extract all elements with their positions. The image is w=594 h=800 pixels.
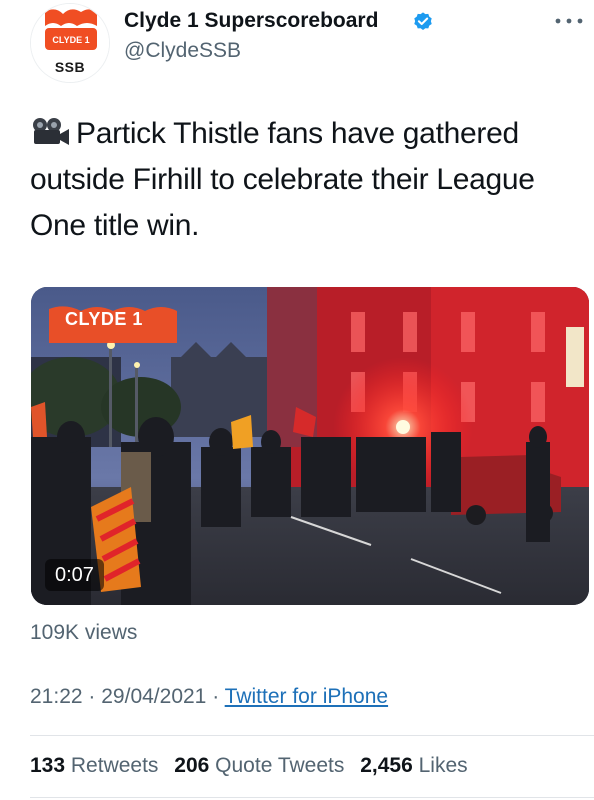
- tweet-time[interactable]: 21:22: [30, 685, 83, 708]
- more-horizontal-icon[interactable]: [554, 14, 584, 28]
- engagement-stats: 133 Retweets 206 Quote Tweets 2,456 Like…: [30, 754, 468, 778]
- view-count: 109K views: [30, 621, 138, 644]
- quote-tweets-stat[interactable]: 206 Quote Tweets: [174, 754, 344, 777]
- svg-text:CLYDE 1: CLYDE 1: [52, 35, 89, 45]
- display-name[interactable]: Clyde 1 Superscoreboard: [124, 9, 378, 33]
- avatar-caption: SSB: [54, 59, 86, 75]
- retweets-label: Retweets: [70, 754, 159, 777]
- verified-badge-icon: [414, 12, 432, 30]
- tweet-header: CLYDE 1 SSB Clyde 1 Superscoreboard @Cly…: [0, 0, 594, 95]
- quote-tweets-count: 206: [174, 754, 210, 777]
- user-handle[interactable]: @ClydeSSB: [124, 39, 241, 63]
- divider: [30, 735, 594, 736]
- tweet-source-link[interactable]: Twitter for iPhone: [225, 685, 388, 708]
- tweet-timestamp-row: 21:22 · 29/04/2021 · Twitter for iPhone: [30, 685, 388, 709]
- tweet-body: Partick Thistle fans have gathered outsi…: [30, 111, 578, 249]
- tweet-date[interactable]: 29/04/2021: [101, 685, 206, 708]
- meta-separator: ·: [88, 685, 96, 708]
- retweets-count: 133: [30, 754, 66, 777]
- likes-label: Likes: [418, 754, 468, 777]
- tweet-detail: CLYDE 1 SSB Clyde 1 Superscoreboard @Cly…: [0, 0, 594, 800]
- media-overlay-logo: CLYDE 1: [65, 309, 143, 329]
- tweet-text: Partick Thistle fans have gathered outsi…: [30, 117, 535, 242]
- divider: [30, 797, 594, 798]
- video-duration: 0:07: [45, 559, 104, 591]
- avatar[interactable]: CLYDE 1 SSB: [30, 3, 110, 83]
- video-player[interactable]: CLYDE 1 0:07: [31, 287, 589, 605]
- movie-camera-icon: [33, 118, 69, 145]
- likes-stat[interactable]: 2,456 Likes: [360, 754, 467, 777]
- likes-count: 2,456: [360, 754, 413, 777]
- meta-separator: ·: [212, 685, 220, 708]
- quote-tweets-label: Quote Tweets: [215, 754, 345, 777]
- retweets-stat[interactable]: 133 Retweets: [30, 754, 158, 777]
